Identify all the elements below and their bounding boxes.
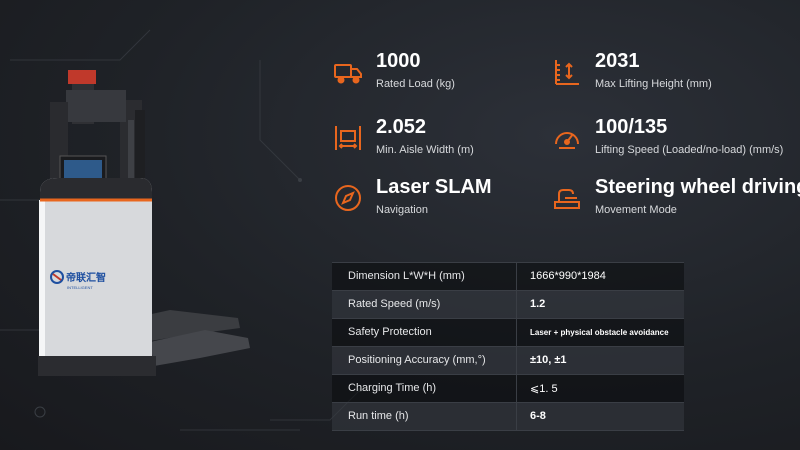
height-ruler-icon [551, 56, 583, 88]
speedometer-icon [551, 122, 583, 154]
table-value: ±10, ±1 [530, 354, 567, 366]
table-key: Rated Speed (m/s) [348, 298, 441, 310]
table-row: Run time (h) 6-8 [332, 403, 684, 431]
aisle-width-icon [332, 122, 364, 154]
compass-icon [332, 182, 364, 214]
spec-label: Lifting Speed (Loaded/no-load) (mm/s) [595, 144, 784, 156]
table-value: 6-8 [530, 410, 546, 422]
spec-value: Steering wheel driving [595, 176, 800, 198]
brand-logo-text: 帝联汇智 [66, 271, 106, 284]
table-key: Run time (h) [348, 410, 409, 422]
spec-label: Movement Mode [595, 204, 677, 216]
table-value: 1.2 [530, 298, 546, 310]
spec-table: Dimension L*W*H (mm) 1666*990*1984 Rated… [332, 262, 684, 431]
table-value: Laser + physical obstacle avoidance [530, 328, 669, 337]
table-key: Safety Protection [348, 326, 432, 338]
spec-value: 1000 [376, 50, 421, 72]
spec-value: 2031 [595, 50, 640, 72]
truck-icon [332, 56, 364, 88]
table-value: ⩽1. 5 [530, 383, 558, 395]
table-key: Dimension L*W*H (mm) [348, 270, 465, 282]
table-row: Safety Protection Laser + physical obsta… [332, 319, 684, 347]
table-row: Rated Speed (m/s) 1.2 [332, 291, 684, 319]
steering-wheel-icon [551, 182, 583, 214]
spec-label: Rated Load (kg) [376, 78, 455, 90]
table-row: Positioning Accuracy (mm,°) ±10, ±1 [332, 347, 684, 375]
spec-label: Max Lifting Height (mm) [595, 78, 712, 90]
table-key: Charging Time (h) [348, 382, 437, 394]
spec-label: Navigation [376, 204, 428, 216]
spec-value: 2.052 [376, 116, 427, 138]
brand-logo-subtext: INTELLIGENT [67, 285, 93, 290]
table-value: 1666*990*1984 [530, 270, 606, 282]
spec-value: Laser SLAM [376, 176, 492, 198]
robot-forklift-image: 帝联汇智 INTELLIGENT [38, 70, 250, 376]
table-row: Dimension L*W*H (mm) 1666*990*1984 [332, 263, 684, 291]
spec-label: Min. Aisle Width (m) [376, 144, 474, 156]
spec-value: 100/135 [595, 116, 668, 138]
table-row: Charging Time (h) ⩽1. 5 [332, 375, 684, 403]
table-key: Positioning Accuracy (mm,°) [348, 354, 486, 366]
